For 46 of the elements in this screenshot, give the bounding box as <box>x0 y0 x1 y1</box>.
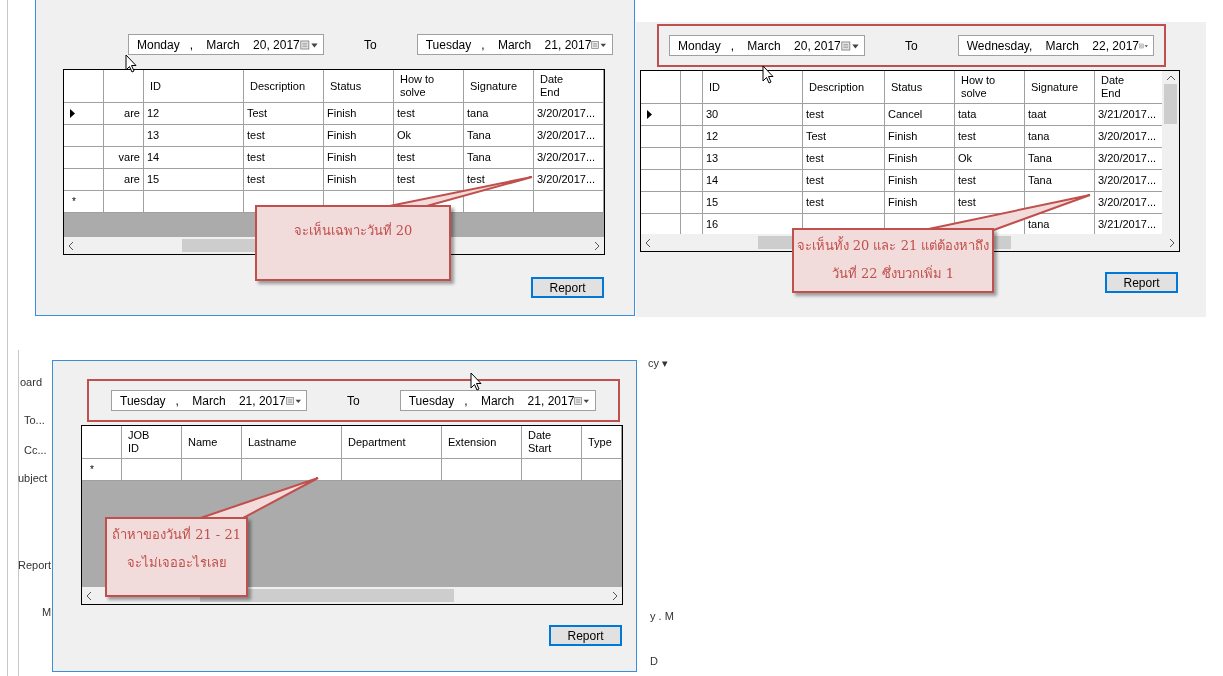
report-button[interactable]: Report <box>531 277 604 298</box>
date-picker[interactable]: Monday , March 20, 2017 <box>128 34 324 55</box>
background-label: D <box>650 654 658 669</box>
to-label: To <box>905 37 918 55</box>
callout-tooltip: จะเห็นทั้ง 20 และ 21 แต่ต้องหาถึงวันที่ 22 ซึ่งบวกเพิ่ม 1 <box>792 228 994 293</box>
background-label: ubject <box>18 471 48 486</box>
scroll-left-icon[interactable] <box>68 240 74 251</box>
scroll-right-icon[interactable] <box>594 240 600 251</box>
scroll-right-icon[interactable] <box>1169 237 1175 248</box>
calendar-dropdown-icon <box>591 38 608 51</box>
table-cell <box>104 191 144 213</box>
date-picker[interactable]: Monday , March 20, 2017 <box>669 35 865 56</box>
date-picker[interactable]: Tuesday , March 21, 2017 <box>416 34 613 55</box>
background-label: Cc... <box>24 443 47 458</box>
scroll-thumb[interactable] <box>1164 84 1177 124</box>
background-label: To... <box>24 413 45 428</box>
current-row-icon <box>70 109 75 118</box>
background-label: oard <box>20 375 43 390</box>
scroll-up-icon[interactable] <box>1165 75 1176 81</box>
date-picker[interactable]: Tuesday , March 21, 2017 <box>399 390 596 411</box>
vertical-scrollbar[interactable] <box>1162 71 1179 234</box>
background-label: cy ▾ <box>648 356 669 371</box>
background-label: y . M <box>650 609 674 624</box>
scroll-left-icon[interactable] <box>645 237 651 248</box>
calendar-dropdown-icon <box>285 394 302 407</box>
to-label: To <box>364 36 377 54</box>
scroll-right-icon[interactable] <box>612 590 618 601</box>
row-header[interactable]: * <box>64 191 104 213</box>
date-picker[interactable]: Wednesday, March 22, 2017 <box>957 35 1154 56</box>
mouse-pointer-icon <box>470 372 482 391</box>
report-button[interactable]: Report <box>1105 272 1178 293</box>
table-cell <box>522 459 582 481</box>
calendar-dropdown-icon <box>840 39 860 52</box>
report-button[interactable]: Report <box>549 625 622 646</box>
scroll-left-icon[interactable] <box>86 590 92 601</box>
callout-tooltip: ถ้าหาของวันที่ 21 - 21 จะไม่เจออะไรเลย <box>105 517 248 597</box>
to-label: To <box>347 392 360 410</box>
row-header[interactable]: * <box>82 459 122 481</box>
table-cell <box>122 459 182 481</box>
date-picker[interactable]: Tuesday , March 21, 2017 <box>111 390 307 411</box>
calendar-dropdown-icon <box>299 38 319 51</box>
calendar-dropdown-icon <box>574 394 591 407</box>
table-cell <box>182 459 242 481</box>
background-label: M <box>42 605 52 620</box>
background-label: Report <box>18 558 52 573</box>
current-row-icon <box>647 110 652 119</box>
